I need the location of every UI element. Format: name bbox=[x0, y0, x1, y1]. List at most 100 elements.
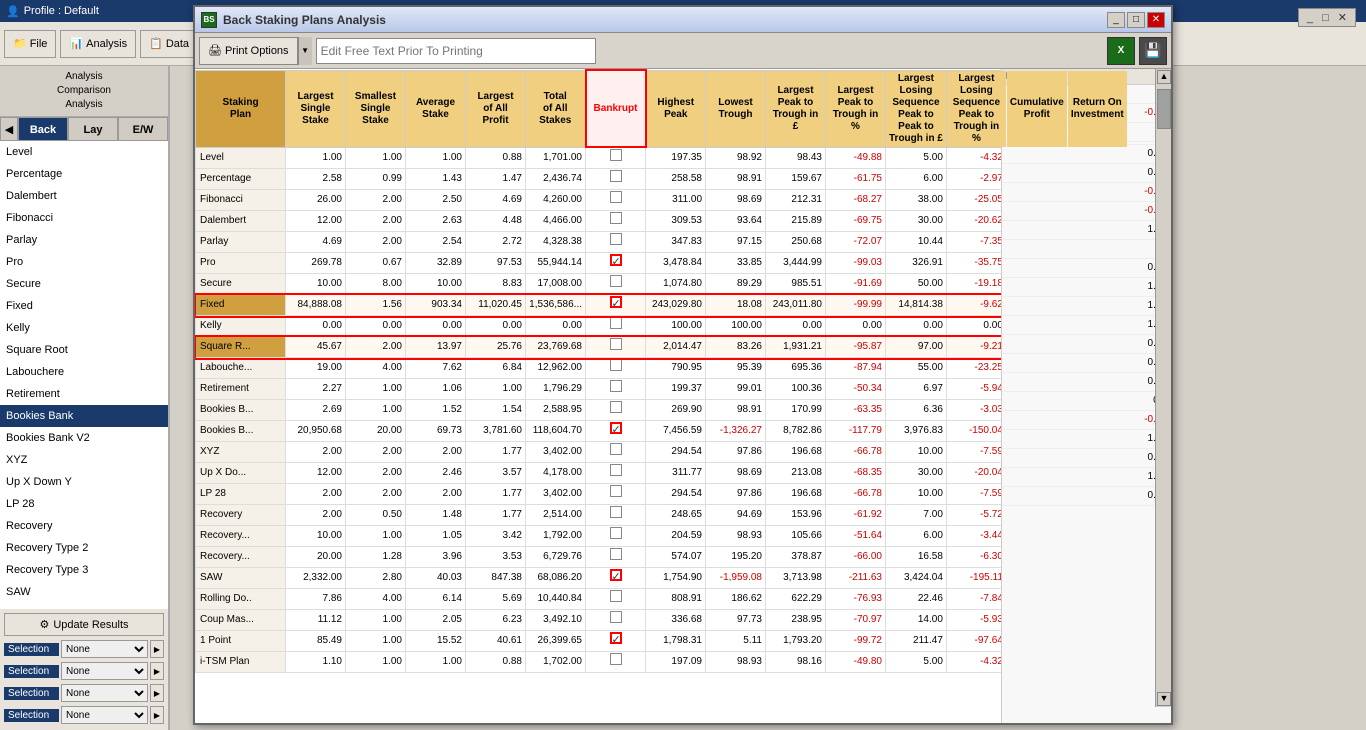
update-results-button[interactable]: ⚙ Update Results bbox=[4, 613, 164, 636]
bankrupt-checkbox[interactable] bbox=[610, 506, 622, 518]
sidebar-item-lp-28[interactable]: LP 28 bbox=[0, 493, 168, 515]
bankrupt-checkbox[interactable] bbox=[610, 191, 622, 203]
sidebar-item-bookies-bank-v2[interactable]: Bookies Bank V2 bbox=[0, 427, 168, 449]
bankrupt-checkbox[interactable] bbox=[610, 443, 622, 455]
data-cell: 311.77 bbox=[646, 463, 706, 484]
data-cell: 7.00 bbox=[886, 505, 947, 526]
scrollbar-thumb[interactable] bbox=[1157, 89, 1171, 129]
sidebar-item-recovery[interactable]: Recovery bbox=[0, 515, 168, 537]
data-cell: 68,086.20 bbox=[526, 568, 586, 589]
bankrupt-checkbox[interactable] bbox=[610, 548, 622, 560]
data-cell: 294.54 bbox=[646, 442, 706, 463]
bankrupt-header: Bankrupt bbox=[586, 70, 646, 147]
tab-back[interactable]: Back bbox=[18, 117, 68, 141]
bankrupt-checkbox[interactable] bbox=[610, 611, 622, 623]
sidebar-item-recovery-type-3[interactable]: Recovery Type 3 bbox=[0, 559, 168, 581]
sidebar-item-fibonacci[interactable]: Fibonacci bbox=[0, 207, 168, 229]
sidebar-item-up-x-down-y[interactable]: Up X Down Y bbox=[0, 471, 168, 493]
bankrupt-checkbox[interactable] bbox=[610, 338, 622, 350]
free-text-input[interactable] bbox=[316, 38, 596, 64]
bankrupt-checkbox[interactable] bbox=[610, 422, 622, 434]
data-cell: 98.93 bbox=[706, 652, 766, 673]
bankrupt-checkbox[interactable] bbox=[610, 149, 622, 161]
table-row: Retirement2.271.001.061.001,796.29199.37… bbox=[196, 379, 1128, 400]
bankrupt-checkbox[interactable] bbox=[610, 275, 622, 287]
bankrupt-checkbox[interactable] bbox=[610, 359, 622, 371]
data-cell: 2.63 bbox=[406, 211, 466, 232]
sidebar-item-kelly[interactable]: Kelly bbox=[0, 317, 168, 339]
bankrupt-checkbox[interactable] bbox=[610, 464, 622, 476]
sidebar-item-labouchere[interactable]: Labouchere bbox=[0, 361, 168, 383]
sidebar-item-bookies-bank[interactable]: Bookies Bank bbox=[0, 405, 168, 427]
sidebar-item-percentage[interactable]: Percentage bbox=[0, 163, 168, 185]
save-button[interactable]: 💾 bbox=[1139, 37, 1167, 65]
bankrupt-checkbox[interactable] bbox=[610, 254, 622, 266]
minimize-button[interactable]: _ bbox=[1107, 12, 1125, 28]
selection-dropdown-1[interactable]: None bbox=[61, 662, 148, 680]
analysis-button[interactable]: 📊 Analysis bbox=[60, 30, 136, 58]
data-cell: 269.78 bbox=[286, 253, 346, 274]
selection-dropdown-0[interactable]: None bbox=[61, 640, 148, 658]
sidebar-item-square-root[interactable]: Square Root bbox=[0, 339, 168, 361]
close-button[interactable]: ✕ bbox=[1147, 12, 1165, 28]
sidebar-item-xyz[interactable]: XYZ bbox=[0, 449, 168, 471]
bankrupt-checkbox[interactable] bbox=[610, 170, 622, 182]
bankrupt-checkbox[interactable] bbox=[610, 485, 622, 497]
sidebar-item-level[interactable]: Level bbox=[0, 141, 168, 163]
bankrupt-checkbox[interactable] bbox=[610, 527, 622, 539]
selection-arrow-2[interactable]: ▶ bbox=[150, 684, 164, 702]
tab-ew[interactable]: E/W bbox=[118, 117, 168, 141]
selection-dropdown-3[interactable]: None bbox=[61, 706, 148, 724]
vertical-scrollbar[interactable]: ▲ ▼ bbox=[1155, 69, 1171, 707]
maximize-button[interactable]: □ bbox=[1127, 12, 1145, 28]
data-cell: -49.80 bbox=[826, 652, 886, 673]
sidebar-item-recovery-type-2[interactable]: Recovery Type 2 bbox=[0, 537, 168, 559]
sidebar-item-dalembert[interactable]: Dalembert bbox=[0, 185, 168, 207]
selection-arrow-0[interactable]: ▶ bbox=[150, 640, 164, 658]
sidebar-item-secure[interactable]: Secure bbox=[0, 273, 168, 295]
bankrupt-checkbox[interactable] bbox=[610, 317, 622, 329]
data-cell: -87.94 bbox=[826, 358, 886, 379]
right-panel-value: 0.62 bbox=[1002, 145, 1171, 164]
data-cell: 6.84 bbox=[466, 358, 526, 379]
sidebar-item-pro[interactable]: Pro bbox=[0, 251, 168, 273]
sidebar-item-saw[interactable]: SAW bbox=[0, 581, 168, 603]
data-cell: 12.00 bbox=[286, 463, 346, 484]
data-cell: 1,701.00 bbox=[526, 147, 586, 169]
data-cell: 26.00 bbox=[286, 190, 346, 211]
selection-label-3: Selection bbox=[4, 709, 59, 722]
data-cell: 250.68 bbox=[766, 232, 826, 253]
excel-button[interactable]: X bbox=[1107, 37, 1135, 65]
data-cell: 99.01 bbox=[706, 379, 766, 400]
data-cell: 10.00 bbox=[286, 526, 346, 547]
right-panel-value: 0.26 bbox=[1002, 164, 1171, 183]
selection-arrow-3[interactable]: ▶ bbox=[150, 706, 164, 724]
bankrupt-checkbox[interactable] bbox=[610, 590, 622, 602]
sidebar-item-fixed[interactable]: Fixed bbox=[0, 295, 168, 317]
data-cell: 1.00 bbox=[346, 526, 406, 547]
tab-lay[interactable]: Lay bbox=[68, 117, 118, 141]
data-cell: -61.92 bbox=[826, 505, 886, 526]
data-cell: 8.83 bbox=[466, 274, 526, 295]
sidebar-item-parlay[interactable]: Parlay bbox=[0, 229, 168, 251]
sidebar-scroll-left[interactable]: ◀ bbox=[0, 117, 18, 141]
file-button[interactable]: 📁 File bbox=[4, 30, 56, 58]
bankrupt-checkbox[interactable] bbox=[610, 296, 622, 308]
data-button[interactable]: 📋 Data bbox=[140, 30, 198, 58]
data-cell: 212.31 bbox=[766, 190, 826, 211]
bankrupt-checkbox[interactable] bbox=[610, 233, 622, 245]
data-cell: 0.50 bbox=[346, 505, 406, 526]
print-options-button[interactable]: 🖨 Print Options bbox=[199, 37, 298, 65]
data-cell: 196.68 bbox=[766, 484, 826, 505]
print-dropdown-arrow[interactable]: ▼ bbox=[298, 37, 312, 65]
bankrupt-checkbox[interactable] bbox=[610, 569, 622, 581]
bankrupt-checkbox[interactable] bbox=[610, 212, 622, 224]
selection-arrow-1[interactable]: ▶ bbox=[150, 662, 164, 680]
bankrupt-checkbox[interactable] bbox=[610, 401, 622, 413]
sidebar-item-retirement[interactable]: Retirement bbox=[0, 383, 168, 405]
bankrupt-checkbox[interactable] bbox=[610, 653, 622, 665]
selection-dropdown-2[interactable]: None bbox=[61, 684, 148, 702]
right-panel: Bookies P. 0-0.2210.620.26-0.12-0.381.01… bbox=[1001, 69, 1171, 723]
bankrupt-checkbox[interactable] bbox=[610, 380, 622, 392]
bankrupt-checkbox[interactable] bbox=[610, 632, 622, 644]
